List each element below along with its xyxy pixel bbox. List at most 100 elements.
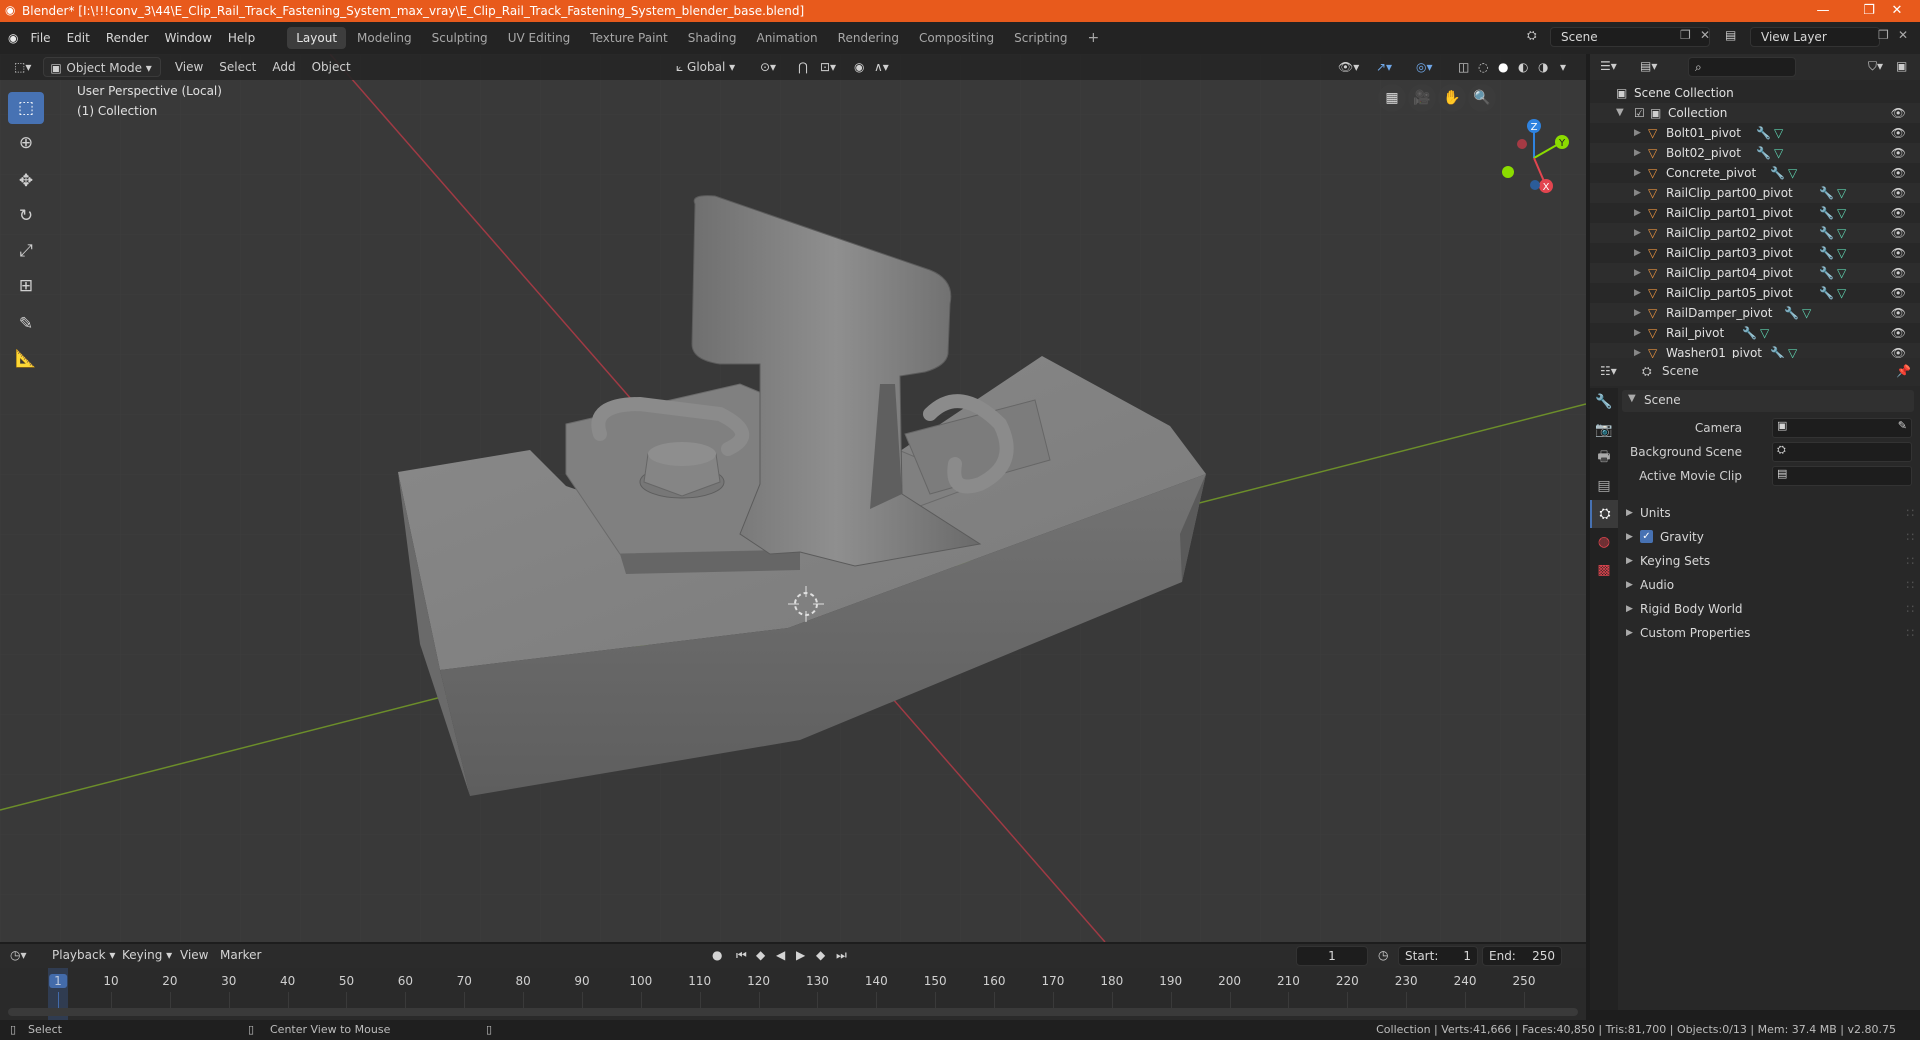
- next-keyframe-icon[interactable]: ◆: [816, 948, 825, 962]
- modifier-wrench-icon[interactable]: 🔧: [1784, 303, 1799, 323]
- jump-end-icon[interactable]: ⏭: [836, 948, 847, 963]
- tab-scripting[interactable]: Scripting: [1005, 27, 1076, 49]
- menu-file[interactable]: File: [22, 22, 58, 54]
- expand-arrow-icon[interactable]: ▶: [1634, 283, 1641, 303]
- expand-arrow-icon[interactable]: ▶: [1634, 223, 1641, 243]
- delete-view-layer-icon[interactable]: ✕: [1898, 28, 1908, 42]
- properties-section[interactable]: ▶ Custom Properties ∷: [1622, 622, 1914, 644]
- visibility-icon[interactable]: 👁▾: [1330, 57, 1367, 77]
- active-movie-clip-field[interactable]: ▤: [1772, 466, 1912, 486]
- move-tool-icon[interactable]: ✥: [8, 165, 44, 197]
- outliner-item[interactable]: ▶ ▽ RailClip_part01_pivot 🔧 ▽ 👁: [1590, 203, 1920, 223]
- minimize-icon[interactable]: —: [1800, 0, 1846, 22]
- collapse-arrow-icon[interactable]: ▼: [1616, 103, 1624, 123]
- eyedropper-icon[interactable]: ✎: [1898, 419, 1907, 432]
- tab-texture-paint[interactable]: Texture Paint: [581, 27, 676, 49]
- camera-view-icon[interactable]: 🎥: [1408, 84, 1436, 112]
- drag-handle-icon[interactable]: ∷: [1906, 598, 1914, 620]
- display-mode-icon[interactable]: ▤▾: [1640, 59, 1657, 73]
- outliner-item[interactable]: ▶ ▽ RailClip_part00_pivot 🔧 ▽ 👁: [1590, 183, 1920, 203]
- tab-shading[interactable]: Shading: [679, 27, 746, 49]
- world-tab-icon[interactable]: ◍: [1590, 528, 1618, 556]
- outliner-item[interactable]: ▶ ▽ RailClip_part02_pivot 🔧 ▽ 👁: [1590, 223, 1920, 243]
- annotate-tool-icon[interactable]: ✎: [8, 308, 44, 340]
- properties-section[interactable]: ▶ Units ∷: [1622, 502, 1914, 524]
- tab-uv-editing[interactable]: UV Editing: [499, 27, 580, 49]
- view-layer-selector[interactable]: View Layer: [1750, 27, 1880, 47]
- properties-section[interactable]: ▶ Rigid Body World ∷: [1622, 598, 1914, 620]
- drag-handle-icon[interactable]: ∷: [1906, 526, 1914, 548]
- eye-icon[interactable]: 👁: [1891, 283, 1906, 303]
- add-workspace-icon[interactable]: +: [1079, 27, 1109, 49]
- timeline-menu-playback[interactable]: Playback ▾: [52, 948, 115, 962]
- expand-arrow-icon[interactable]: ▶: [1634, 203, 1641, 223]
- expand-arrow-icon[interactable]: ▶: [1634, 323, 1641, 343]
- mesh-data-icon[interactable]: ▽: [1837, 243, 1846, 263]
- modifier-wrench-icon[interactable]: 🔧: [1819, 263, 1834, 283]
- drag-handle-icon[interactable]: ∷: [1906, 574, 1914, 596]
- gravity-checkbox[interactable]: ✓: [1640, 530, 1653, 543]
- mesh-data-icon[interactable]: ▽: [1837, 263, 1846, 283]
- rotate-tool-icon[interactable]: ↻: [8, 200, 44, 232]
- viewport-menu-view[interactable]: View: [167, 57, 211, 77]
- new-collection-icon[interactable]: ▣: [1896, 59, 1907, 73]
- outliner-collection[interactable]: ▼ ☑ ▣ Collection 👁: [1590, 103, 1920, 123]
- eye-icon[interactable]: 👁: [1891, 243, 1906, 263]
- end-frame-field[interactable]: End: 250: [1482, 946, 1562, 966]
- eye-icon[interactable]: 👁: [1891, 303, 1906, 323]
- viewport-scene[interactable]: Z Y X: [0, 54, 1586, 942]
- properties-section[interactable]: ▶ Audio ∷: [1622, 574, 1914, 596]
- close-icon[interactable]: ✕: [1874, 0, 1920, 22]
- eye-icon[interactable]: 👁: [1891, 163, 1906, 183]
- outliner-editor-icon[interactable]: ☰▾: [1600, 59, 1617, 73]
- mesh-data-icon[interactable]: ▽: [1760, 323, 1769, 343]
- record-icon[interactable]: ●: [712, 948, 722, 962]
- expand-arrow-icon[interactable]: ▶: [1634, 243, 1641, 263]
- viewport-menu-add[interactable]: Add: [264, 57, 303, 77]
- expand-arrow-icon[interactable]: ▶: [1634, 123, 1641, 143]
- timeline-scrollbar[interactable]: [8, 1008, 1578, 1016]
- select-box-tool-icon[interactable]: ⬚: [8, 92, 44, 124]
- texture-tab-icon[interactable]: ▩: [1590, 556, 1618, 584]
- eye-icon[interactable]: 👁: [1891, 143, 1906, 163]
- eye-icon[interactable]: 👁: [1891, 323, 1906, 343]
- outliner-scene-collection[interactable]: ▣ Scene Collection: [1590, 83, 1920, 103]
- mesh-data-icon[interactable]: ▽: [1774, 143, 1783, 163]
- modifier-wrench-icon[interactable]: 🔧: [1819, 283, 1834, 303]
- checkbox-icon[interactable]: ☑: [1634, 103, 1645, 123]
- mesh-data-icon[interactable]: ▽: [1837, 223, 1846, 243]
- play-reverse-icon[interactable]: ◀: [776, 948, 785, 962]
- viewport-menu-select[interactable]: Select: [211, 57, 264, 77]
- outliner-search-input[interactable]: ⌕: [1688, 57, 1796, 77]
- modifier-wrench-icon[interactable]: 🔧: [1756, 123, 1771, 143]
- eye-icon[interactable]: 👁: [1891, 123, 1906, 143]
- outliner-item[interactable]: ▶ ▽ Bolt02_pivot 🔧 ▽ 👁: [1590, 143, 1920, 163]
- delete-scene-icon[interactable]: ✕: [1700, 28, 1710, 42]
- properties-editor-icon[interactable]: ☷▾: [1600, 364, 1617, 378]
- play-icon[interactable]: ▶: [796, 948, 805, 962]
- outliner-item[interactable]: ▶ ▽ RailDamper_pivot 🔧 ▽ 👁: [1590, 303, 1920, 323]
- 3d-viewport[interactable]: Z Y X ⬚▾ ▣ Object Mode ▾ View Select Add…: [0, 54, 1586, 942]
- measure-tool-icon[interactable]: 📐: [8, 343, 44, 375]
- modifier-wrench-icon[interactable]: 🔧: [1819, 203, 1834, 223]
- scale-tool-icon[interactable]: ⤢: [8, 235, 44, 267]
- outliner-item[interactable]: ▶ ▽ RailClip_part04_pivot 🔧 ▽ 👁: [1590, 263, 1920, 283]
- viewport-menu-object[interactable]: Object: [304, 57, 359, 77]
- tab-animation[interactable]: Animation: [747, 27, 826, 49]
- menu-edit[interactable]: Edit: [59, 22, 98, 54]
- drag-handle-icon[interactable]: ∷: [1906, 622, 1914, 644]
- scene-panel-header[interactable]: ▼ Scene: [1622, 390, 1914, 412]
- outliner-item[interactable]: ▶ ▽ Bolt01_pivot 🔧 ▽ 👁: [1590, 123, 1920, 143]
- outliner-item[interactable]: ▶ ▽ RailClip_part03_pivot 🔧 ▽ 👁: [1590, 243, 1920, 263]
- outliner-item[interactable]: ▶ ▽ RailClip_part05_pivot 🔧 ▽ 👁: [1590, 283, 1920, 303]
- expand-arrow-icon[interactable]: ▶: [1634, 263, 1641, 283]
- modifier-wrench-icon[interactable]: 🔧: [1756, 143, 1771, 163]
- tool-tab-icon[interactable]: 🔧: [1590, 388, 1618, 416]
- mesh-data-icon[interactable]: ▽: [1774, 123, 1783, 143]
- gizmo-toggle-icon[interactable]: ↗▾: [1368, 57, 1400, 77]
- expand-arrow-icon[interactable]: ▶: [1634, 303, 1641, 323]
- scene-icon[interactable]: ⛭: [1527, 28, 1537, 43]
- menu-render[interactable]: Render: [98, 22, 157, 54]
- outliner-item[interactable]: ▶ ▽ Concrete_pivot 🔧 ▽ 👁: [1590, 163, 1920, 183]
- tab-layout[interactable]: Layout: [287, 27, 347, 49]
